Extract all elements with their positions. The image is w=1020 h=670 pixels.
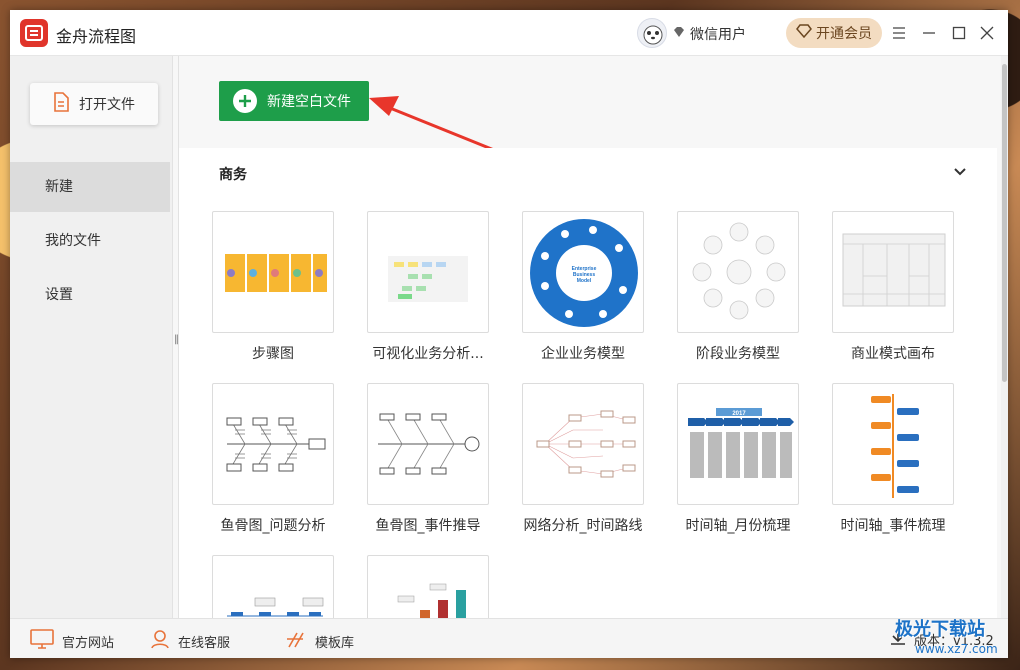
app-window: 金舟流程图 微信用户 开通会员 打开文件 新建 我的文件 设置 ‖ 新建空白文件… <box>10 10 1008 658</box>
diamond-icon <box>672 25 686 43</box>
chevron-down-icon[interactable] <box>953 162 967 181</box>
annotation-arrow-icon <box>369 96 500 154</box>
template-card[interactable]: 鱼骨图_问题分析 <box>212 383 334 535</box>
template-label: 可视化业务分析... <box>372 346 484 362</box>
scrollbar-thumb[interactable] <box>1002 64 1007 382</box>
title-bar: 金舟流程图 微信用户 开通会员 <box>10 10 1008 56</box>
new-blank-file-label: 新建空白文件 <box>267 94 351 110</box>
template-thumbnail <box>832 211 954 333</box>
template-label: 鱼骨图_事件推导 <box>375 518 481 534</box>
svg-text:Model: Model <box>577 278 592 284</box>
template-thumbnail <box>832 383 954 505</box>
template-label: 网络分析_时间路线 <box>523 518 643 534</box>
template-label: 商业模式画布 <box>851 346 935 362</box>
template-library-label: 模板库 <box>315 635 355 651</box>
template-card[interactable]: 鱼骨图_事件推导 <box>367 383 489 535</box>
vip-label: 开通会员 <box>816 26 872 42</box>
panel-splitter[interactable]: ‖ <box>172 56 179 618</box>
section-title: 商务 <box>219 167 247 183</box>
template-thumbnail <box>212 211 334 333</box>
vertical-scrollbar[interactable] <box>1001 56 1008 618</box>
template-thumbnail: Enterprise Business Model <box>522 211 644 333</box>
sidebar-item-settings[interactable]: 设置 <box>10 270 170 320</box>
template-library-link[interactable]: 模板库 <box>285 629 354 653</box>
template-card[interactable]: 阶段业务模型 <box>677 211 799 363</box>
template-label: 步骤图 <box>252 346 294 362</box>
online-support-link[interactable]: 在线客服 <box>150 629 230 653</box>
template-thumbnail <box>367 211 489 333</box>
template-card[interactable]: 可视化业务分析... <box>367 211 489 363</box>
minimize-icon[interactable] <box>918 22 940 44</box>
menu-icon[interactable] <box>888 22 910 44</box>
user-menu[interactable]: 微信用户 <box>672 24 746 44</box>
sidebar-item-my-files[interactable]: 我的文件 <box>10 216 170 266</box>
app-logo-icon <box>20 19 48 47</box>
document-icon <box>53 92 69 116</box>
template-thumbnail <box>677 211 799 333</box>
template-thumbnail <box>522 383 644 505</box>
watermark-logo: 极光下载站 <box>895 619 985 640</box>
new-blank-file-button[interactable]: 新建空白文件 <box>219 81 369 121</box>
template-label: 时间轴_事件梳理 <box>840 518 946 534</box>
template-label: 时间轴_月份梳理 <box>685 518 791 534</box>
template-card[interactable]: 时间轴_事件梳理 <box>832 383 954 535</box>
user-name: 微信用户 <box>690 27 746 43</box>
template-card[interactable]: 2017 时间轴_月份梳理 <box>677 383 799 535</box>
plus-icon <box>233 89 257 113</box>
open-file-button[interactable]: 打开文件 <box>30 83 158 125</box>
open-file-label: 打开文件 <box>79 97 135 113</box>
template-label: 企业业务模型 <box>541 346 625 362</box>
template-label: 阶段业务模型 <box>696 346 780 362</box>
sidebar-item-new[interactable]: 新建 <box>10 162 170 212</box>
template-label: 鱼骨图_问题分析 <box>220 518 326 534</box>
template-thumbnail <box>212 383 334 505</box>
main-content: 新建空白文件 商务 步骤图 可视化业务分析... Enterprise Busi… <box>179 56 1008 658</box>
sidebar: 打开文件 新建 我的文件 设置 <box>10 56 172 618</box>
monitor-icon <box>30 629 54 653</box>
template-library-icon <box>285 629 307 653</box>
template-card[interactable]: Enterprise Business Model 企业业务模型 <box>522 211 644 363</box>
template-card[interactable]: 网络分析_时间路线 <box>522 383 644 535</box>
timeline-year: 2017 <box>732 411 746 417</box>
vip-button[interactable]: 开通会员 <box>786 18 882 48</box>
official-website-link[interactable]: 官方网站 <box>30 629 114 653</box>
footer-bar: 官方网站 在线客服 模板库 版本：v1.3.2 <box>10 618 1008 658</box>
template-card[interactable]: 商业模式画布 <box>832 211 954 363</box>
maximize-icon[interactable] <box>948 22 970 44</box>
user-icon <box>150 629 170 653</box>
template-panel: 商务 步骤图 可视化业务分析... Enterprise Business Mo… <box>179 148 997 658</box>
user-avatar[interactable] <box>637 18 667 48</box>
online-support-label: 在线客服 <box>178 635 231 651</box>
watermark-url: www.xz7.com <box>915 642 998 656</box>
vip-diamond-icon <box>796 24 812 42</box>
template-card[interactable]: 步骤图 <box>212 211 334 363</box>
app-title: 金舟流程图 <box>56 27 137 46</box>
template-thumbnail: 2017 <box>677 383 799 505</box>
close-icon[interactable] <box>976 22 998 44</box>
official-website-label: 官方网站 <box>62 635 115 651</box>
template-thumbnail <box>367 383 489 505</box>
